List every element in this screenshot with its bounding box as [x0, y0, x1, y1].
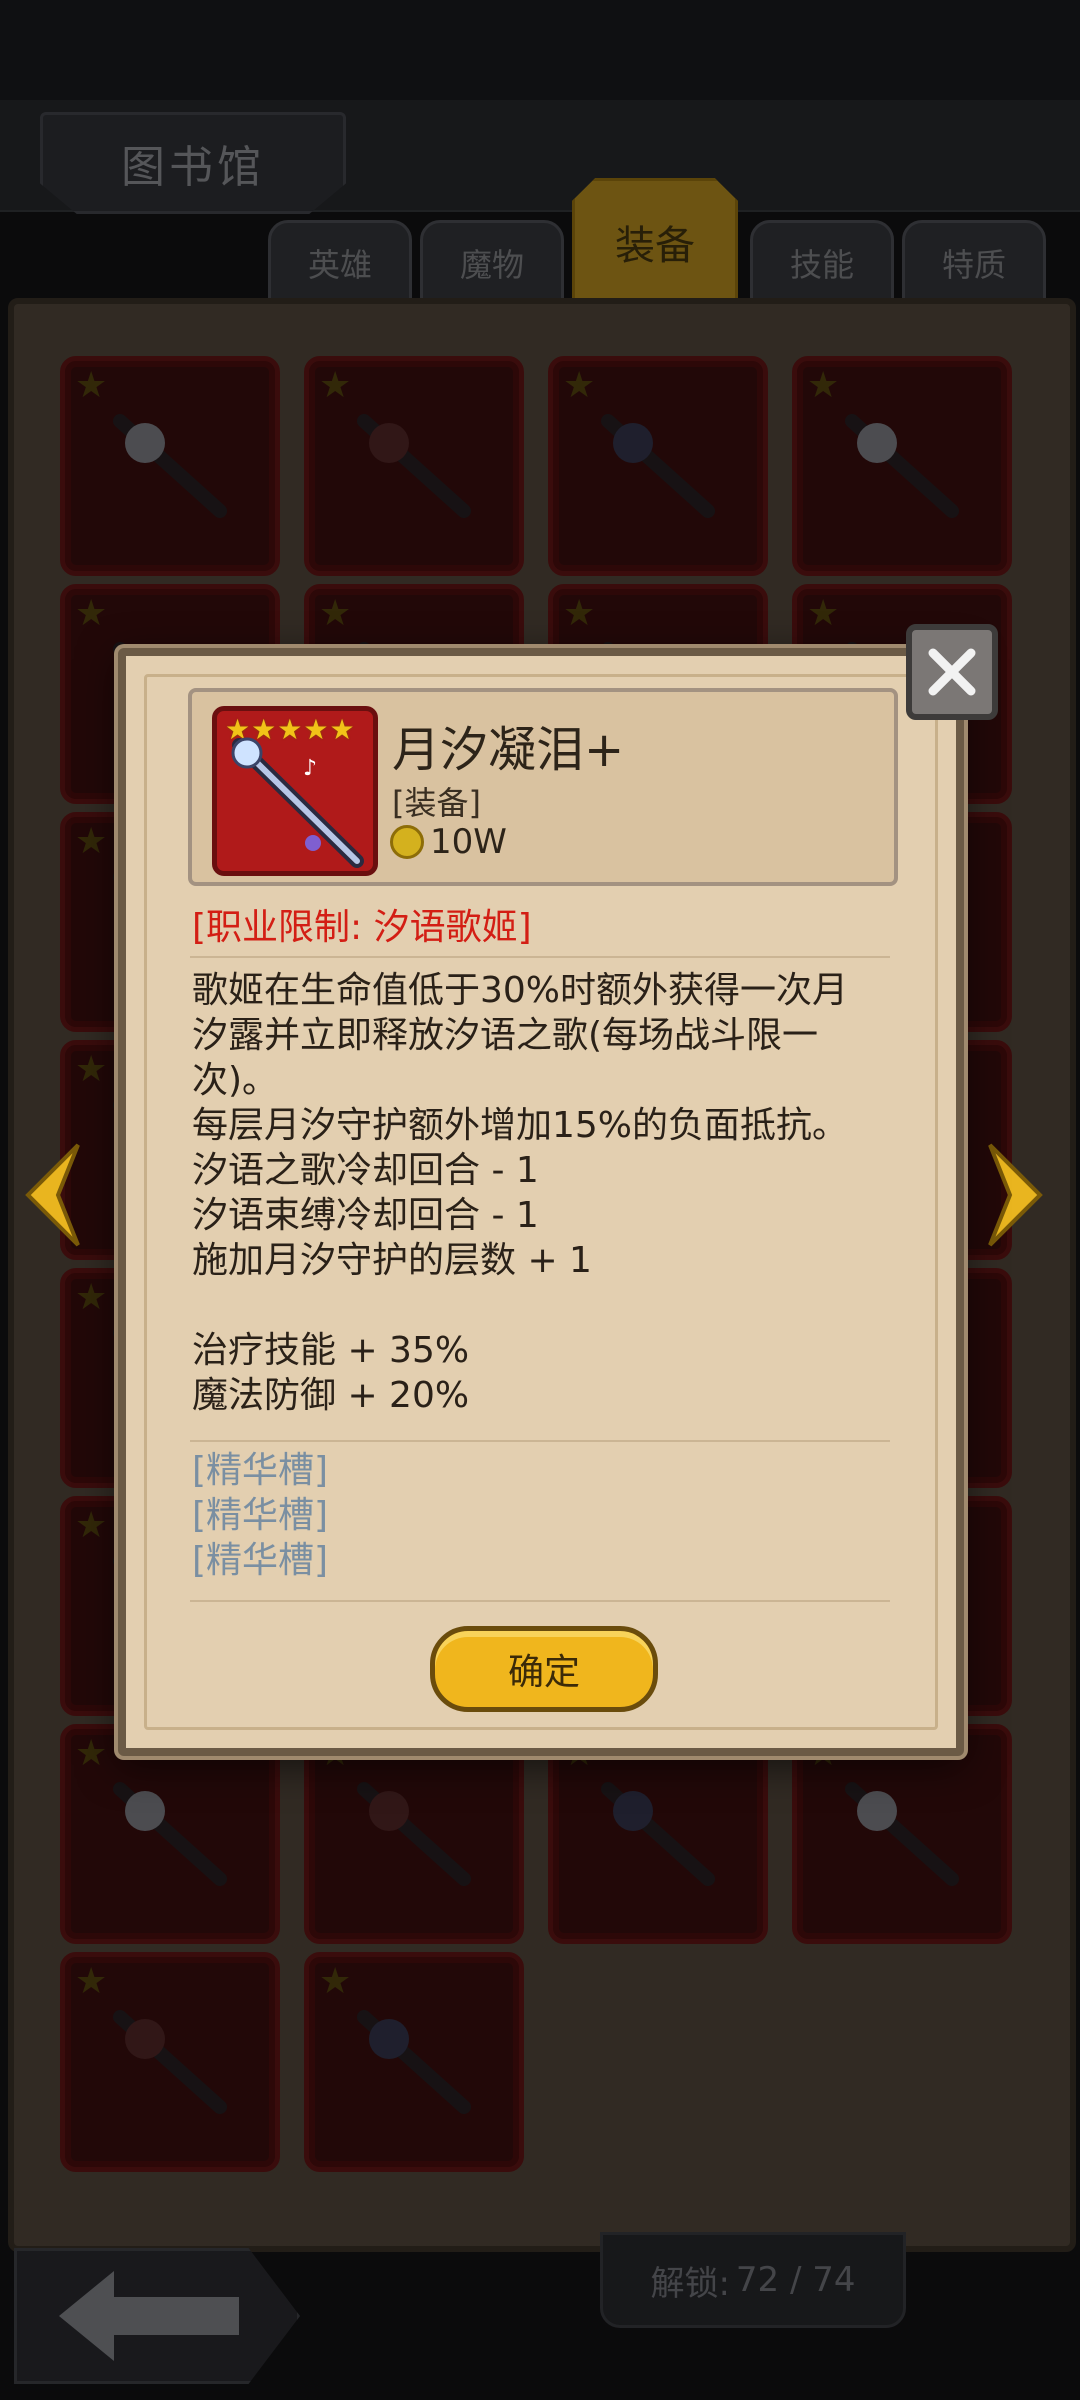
staff-icon: ♪: [231, 737, 364, 868]
item-type: [装备]: [392, 784, 481, 822]
description-line: 汐语束缚冷却回合 - 1: [192, 1195, 539, 1236]
description-line: 魔法防御 + 20%: [192, 1375, 470, 1416]
description-line: 汐语之歌冷却回合 - 1: [192, 1150, 539, 1191]
item-price: 10W: [390, 822, 507, 862]
item-description: 歌姬在生命值低于30%时额外获得一次月 汐露并立即释放汐语之歌(每场战斗限一 次)。…: [192, 968, 902, 1418]
description-line: [192, 1283, 902, 1328]
close-button[interactable]: [906, 624, 998, 720]
next-arrow-icon[interactable]: [980, 1140, 1050, 1250]
essence-slot[interactable]: [精华槽]: [192, 1538, 328, 1583]
description-line: 治疗技能 + 35%: [192, 1330, 470, 1371]
class-restriction: [职业限制: 汐语歌姬]: [192, 907, 532, 948]
essence-slots: [精华槽] [精华槽] [精华槽]: [192, 1448, 328, 1583]
item-name: 月汐凝泪+: [392, 722, 625, 778]
previous-arrow-icon[interactable]: [18, 1140, 88, 1250]
close-icon: [928, 648, 976, 696]
confirm-button[interactable]: 确定: [430, 1626, 658, 1712]
divider: [190, 1440, 890, 1442]
svg-text:♪: ♪: [303, 756, 317, 781]
description-line: 施加月汐守护的层数 + 1: [192, 1240, 592, 1281]
essence-slot[interactable]: [精华槽]: [192, 1493, 328, 1538]
price-value: 10W: [430, 822, 507, 862]
description-line: 歌姬在生命值低于30%时额外获得一次月: [192, 970, 849, 1011]
description-line: 每层月汐守护额外增加15%的负面抵抗。: [192, 1105, 849, 1146]
item-icon: ★ ★ ★ ★ ★ ♪: [212, 706, 378, 876]
essence-slot[interactable]: [精华槽]: [192, 1448, 328, 1493]
item-header-card: ★ ★ ★ ★ ★ ♪ 月汐凝泪+ [装备] 10W: [188, 688, 898, 886]
divider: [190, 1600, 890, 1602]
divider: [190, 956, 890, 958]
description-line: 次)。: [192, 1060, 279, 1101]
gold-coin-icon: [390, 825, 424, 859]
confirm-label: 确定: [507, 1652, 580, 1693]
description-line: 汐露并立即释放汐语之歌(每场战斗限一: [192, 1015, 819, 1056]
